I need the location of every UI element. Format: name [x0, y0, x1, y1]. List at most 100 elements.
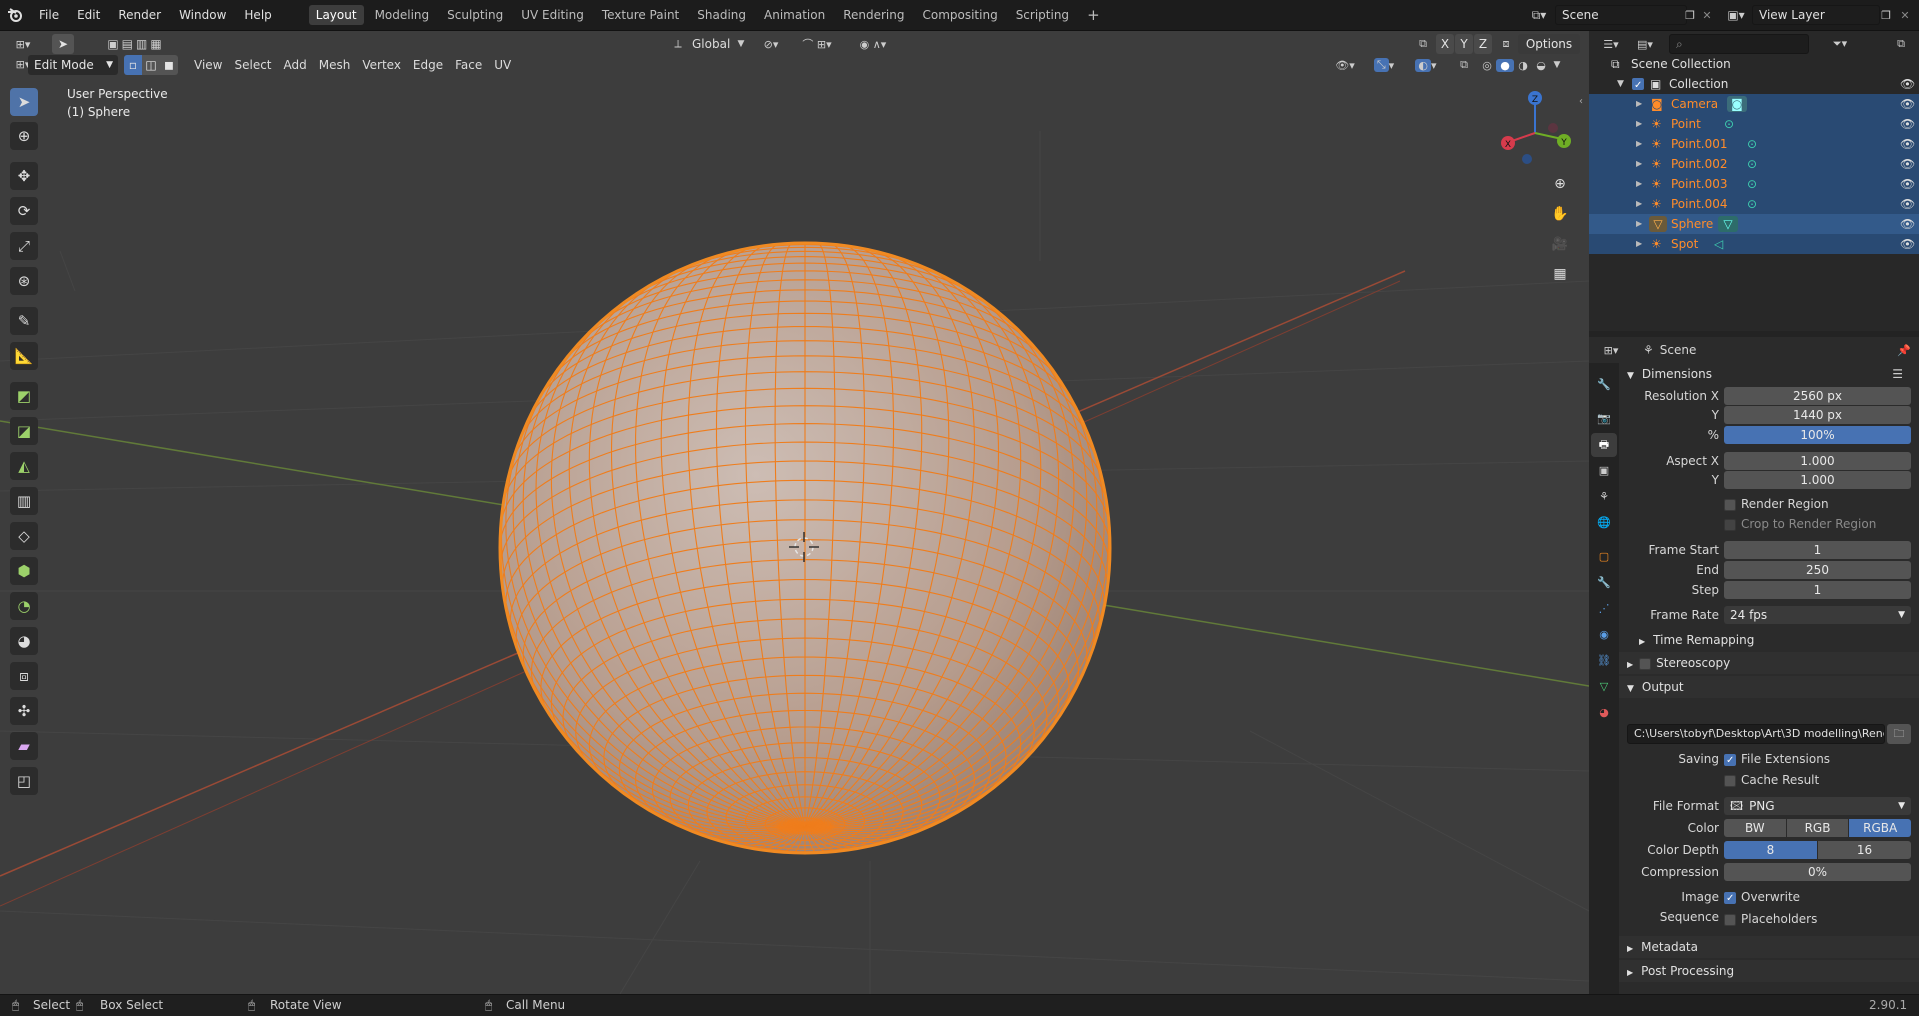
editor-type-button[interactable]: ⊞▾	[8, 34, 38, 54]
menu-render[interactable]: Render	[109, 5, 170, 25]
placeholders-checkbox[interactable]: Placeholders	[1724, 910, 1817, 928]
gizmo-toggle-icon[interactable]: ⤡ ▾	[1366, 55, 1402, 75]
render-tab-icon[interactable]: 📷	[1593, 407, 1615, 429]
metadata-panel-header[interactable]: ▶ Metadata	[1619, 936, 1919, 958]
tab-layout[interactable]: Layout	[308, 5, 364, 25]
pin-icon[interactable]: 📌	[1895, 340, 1913, 360]
collection-row[interactable]: ▼ ▣ Collection 👁	[1589, 74, 1919, 96]
frame-end-field[interactable]: 250	[1724, 561, 1911, 579]
delete-scene-icon[interactable]: ✕	[1698, 5, 1716, 25]
material-shading-icon[interactable]: ◑	[1514, 59, 1532, 72]
color-bw-button[interactable]: BW	[1724, 819, 1786, 837]
cache-result-check[interactable]	[1724, 774, 1736, 787]
annotate-tool-icon[interactable]: ✎	[10, 307, 38, 335]
tab-rendering[interactable]: Rendering	[836, 5, 911, 25]
outliner-object-row[interactable]: ▶ ☀ Point ⊙ 👁	[1589, 114, 1919, 134]
expand-icon[interactable]: ▶	[1636, 194, 1642, 214]
menu-edge[interactable]: Edge	[407, 55, 449, 75]
outliner-search-input[interactable]: ⌕	[1669, 34, 1809, 54]
ortho-grid-icon[interactable]: ▦	[1548, 262, 1572, 286]
tab-modeling[interactable]: Modeling	[368, 5, 437, 25]
expand-icon[interactable]: ▶	[1636, 154, 1642, 174]
expand-icon[interactable]: ▶	[1636, 174, 1642, 194]
file-format-dropdown[interactable]: 🖾 PNG ▼	[1724, 797, 1911, 815]
delete-view-layer-icon[interactable]: ✕	[1896, 5, 1914, 25]
extrude-tool-icon[interactable]: ◩	[10, 382, 38, 410]
cursor-tool-icon[interactable]: ⊕	[10, 122, 38, 150]
outliner-object-row[interactable]: ▶ ☀ Point.004 ⊙ 👁	[1589, 194, 1919, 214]
inset-faces-tool-icon[interactable]: ◪	[10, 417, 38, 445]
eye-icon[interactable]: 👁	[1900, 94, 1915, 114]
display-mode-icon[interactable]: ▤▾	[1631, 34, 1659, 54]
pivot-point-icon[interactable]: ⊘▾	[756, 34, 786, 54]
expand-icon[interactable]: ▶	[1636, 234, 1642, 254]
menu-edit[interactable]: Edit	[68, 5, 109, 25]
new-scene-icon[interactable]: ❐	[1680, 5, 1700, 25]
solid-shading-icon[interactable]: ●	[1496, 58, 1514, 72]
menu-file[interactable]: File	[30, 5, 68, 25]
collection-checkbox[interactable]	[1632, 76, 1644, 96]
menu-mesh[interactable]: Mesh	[313, 55, 357, 75]
outliner-object-row-active[interactable]: ▶ ▽ Sphere ▽ 👁	[1589, 214, 1919, 234]
scene-type-icon[interactable]: ⧉▾	[1525, 5, 1553, 25]
eye-icon[interactable]: 👁	[1900, 74, 1915, 94]
measure-tool-icon[interactable]: 📐	[10, 342, 38, 370]
shading-options-chevron-icon[interactable]: ▼	[1550, 60, 1564, 70]
edge-select-button[interactable]: ◫	[142, 55, 160, 75]
bevel-tool-icon[interactable]: ◭	[10, 452, 38, 480]
data-tab-icon[interactable]: ▽	[1593, 675, 1615, 697]
object-tab-icon[interactable]: ▢	[1593, 545, 1615, 567]
particles-tab-icon[interactable]: ⋰	[1593, 597, 1615, 619]
menu-view[interactable]: View	[188, 55, 228, 75]
folder-icon[interactable]: 🗀	[1887, 724, 1911, 744]
shrink-fatten-tool-icon[interactable]: ✣	[10, 697, 38, 725]
modifier-tab-icon[interactable]: 🔧	[1593, 571, 1615, 593]
transform-tool-icon[interactable]: ⊛	[10, 267, 38, 295]
aspect-y-field[interactable]: 1.000	[1724, 471, 1911, 489]
poly-build-tool-icon[interactable]: ⬢	[10, 557, 38, 585]
menu-vertex[interactable]: Vertex	[356, 55, 407, 75]
expand-toggle-icon[interactable]: ▼	[1617, 74, 1624, 94]
loop-cut-tool-icon[interactable]: ▥	[10, 487, 38, 515]
scene-name-field[interactable]: Scene	[1555, 5, 1687, 25]
eye-icon[interactable]: 👁	[1900, 174, 1915, 194]
view-layer-tab-icon[interactable]: ▣	[1593, 459, 1615, 481]
view-layer-type-icon[interactable]: ▣▾	[1722, 5, 1750, 25]
tab-shading[interactable]: Shading	[690, 5, 753, 25]
file-extensions-check[interactable]	[1724, 752, 1736, 770]
presets-list-icon[interactable]: ☰	[1892, 363, 1903, 385]
world-tab-icon[interactable]: 🌐	[1593, 511, 1615, 533]
outliner-object-row[interactable]: ▶ ◙ Camera ◙ 👁	[1589, 94, 1919, 114]
mode-dropdown[interactable]: Edit Mode ▼	[28, 55, 118, 75]
placeholders-check[interactable]	[1724, 913, 1736, 926]
constraints-tab-icon[interactable]: ⛓	[1593, 649, 1615, 671]
outliner-editor-type-icon[interactable]: ☰▾	[1597, 34, 1625, 54]
mirror-y-toggle[interactable]: Y	[1455, 34, 1473, 54]
compression-slider[interactable]: 0%	[1724, 863, 1911, 881]
options-dropdown[interactable]: Options	[1518, 34, 1580, 54]
menu-uv[interactable]: UV	[488, 55, 517, 75]
scale-tool-icon[interactable]: ⤢	[10, 232, 38, 260]
3d-viewport[interactable]: ⊞▾ ➤ ▣▤▥▦ ⟂ Global ▼ ⊘▾ ⌒ ⊞▾ ◉ ∧▾ ⧉ X Y …	[0, 31, 1589, 994]
material-tab-icon[interactable]: ◕	[1593, 701, 1615, 723]
mirror-z-toggle[interactable]: Z	[1474, 34, 1492, 54]
output-path-input[interactable]: C:\Users\tobyf\Desktop\Art\3D modelling\…	[1627, 724, 1885, 744]
rip-region-tool-icon[interactable]: ◰	[10, 767, 38, 795]
overlays-toggle-icon[interactable]: ◐ ▾	[1408, 55, 1444, 75]
filter-icon[interactable]: ⏷▾	[1825, 34, 1855, 54]
new-collection-icon[interactable]: ⧉	[1889, 34, 1913, 54]
properties-editor-type-icon[interactable]: ⊞▾	[1597, 340, 1625, 360]
visibility-selectability-icon[interactable]: 👁▾	[1330, 55, 1360, 75]
tab-sculpting[interactable]: Sculpting	[440, 5, 510, 25]
menu-face[interactable]: Face	[449, 55, 488, 75]
menu-help[interactable]: Help	[235, 5, 280, 25]
stereoscopy-panel-header[interactable]: ▶ Stereoscopy	[1619, 652, 1919, 674]
tab-scripting[interactable]: Scripting	[1009, 5, 1076, 25]
shear-tool-icon[interactable]: ▰	[10, 732, 38, 760]
crop-render-region-checkbox[interactable]: Crop to Render Region	[1724, 515, 1876, 533]
rotate-tool-icon[interactable]: ⟳	[10, 197, 38, 225]
face-select-button[interactable]: ◼	[160, 55, 178, 75]
output-panel-header[interactable]: ▼ Output	[1619, 676, 1919, 698]
proportional-edit-icon[interactable]: ◉ ∧▾	[848, 34, 898, 54]
menu-select[interactable]: Select	[228, 55, 277, 75]
